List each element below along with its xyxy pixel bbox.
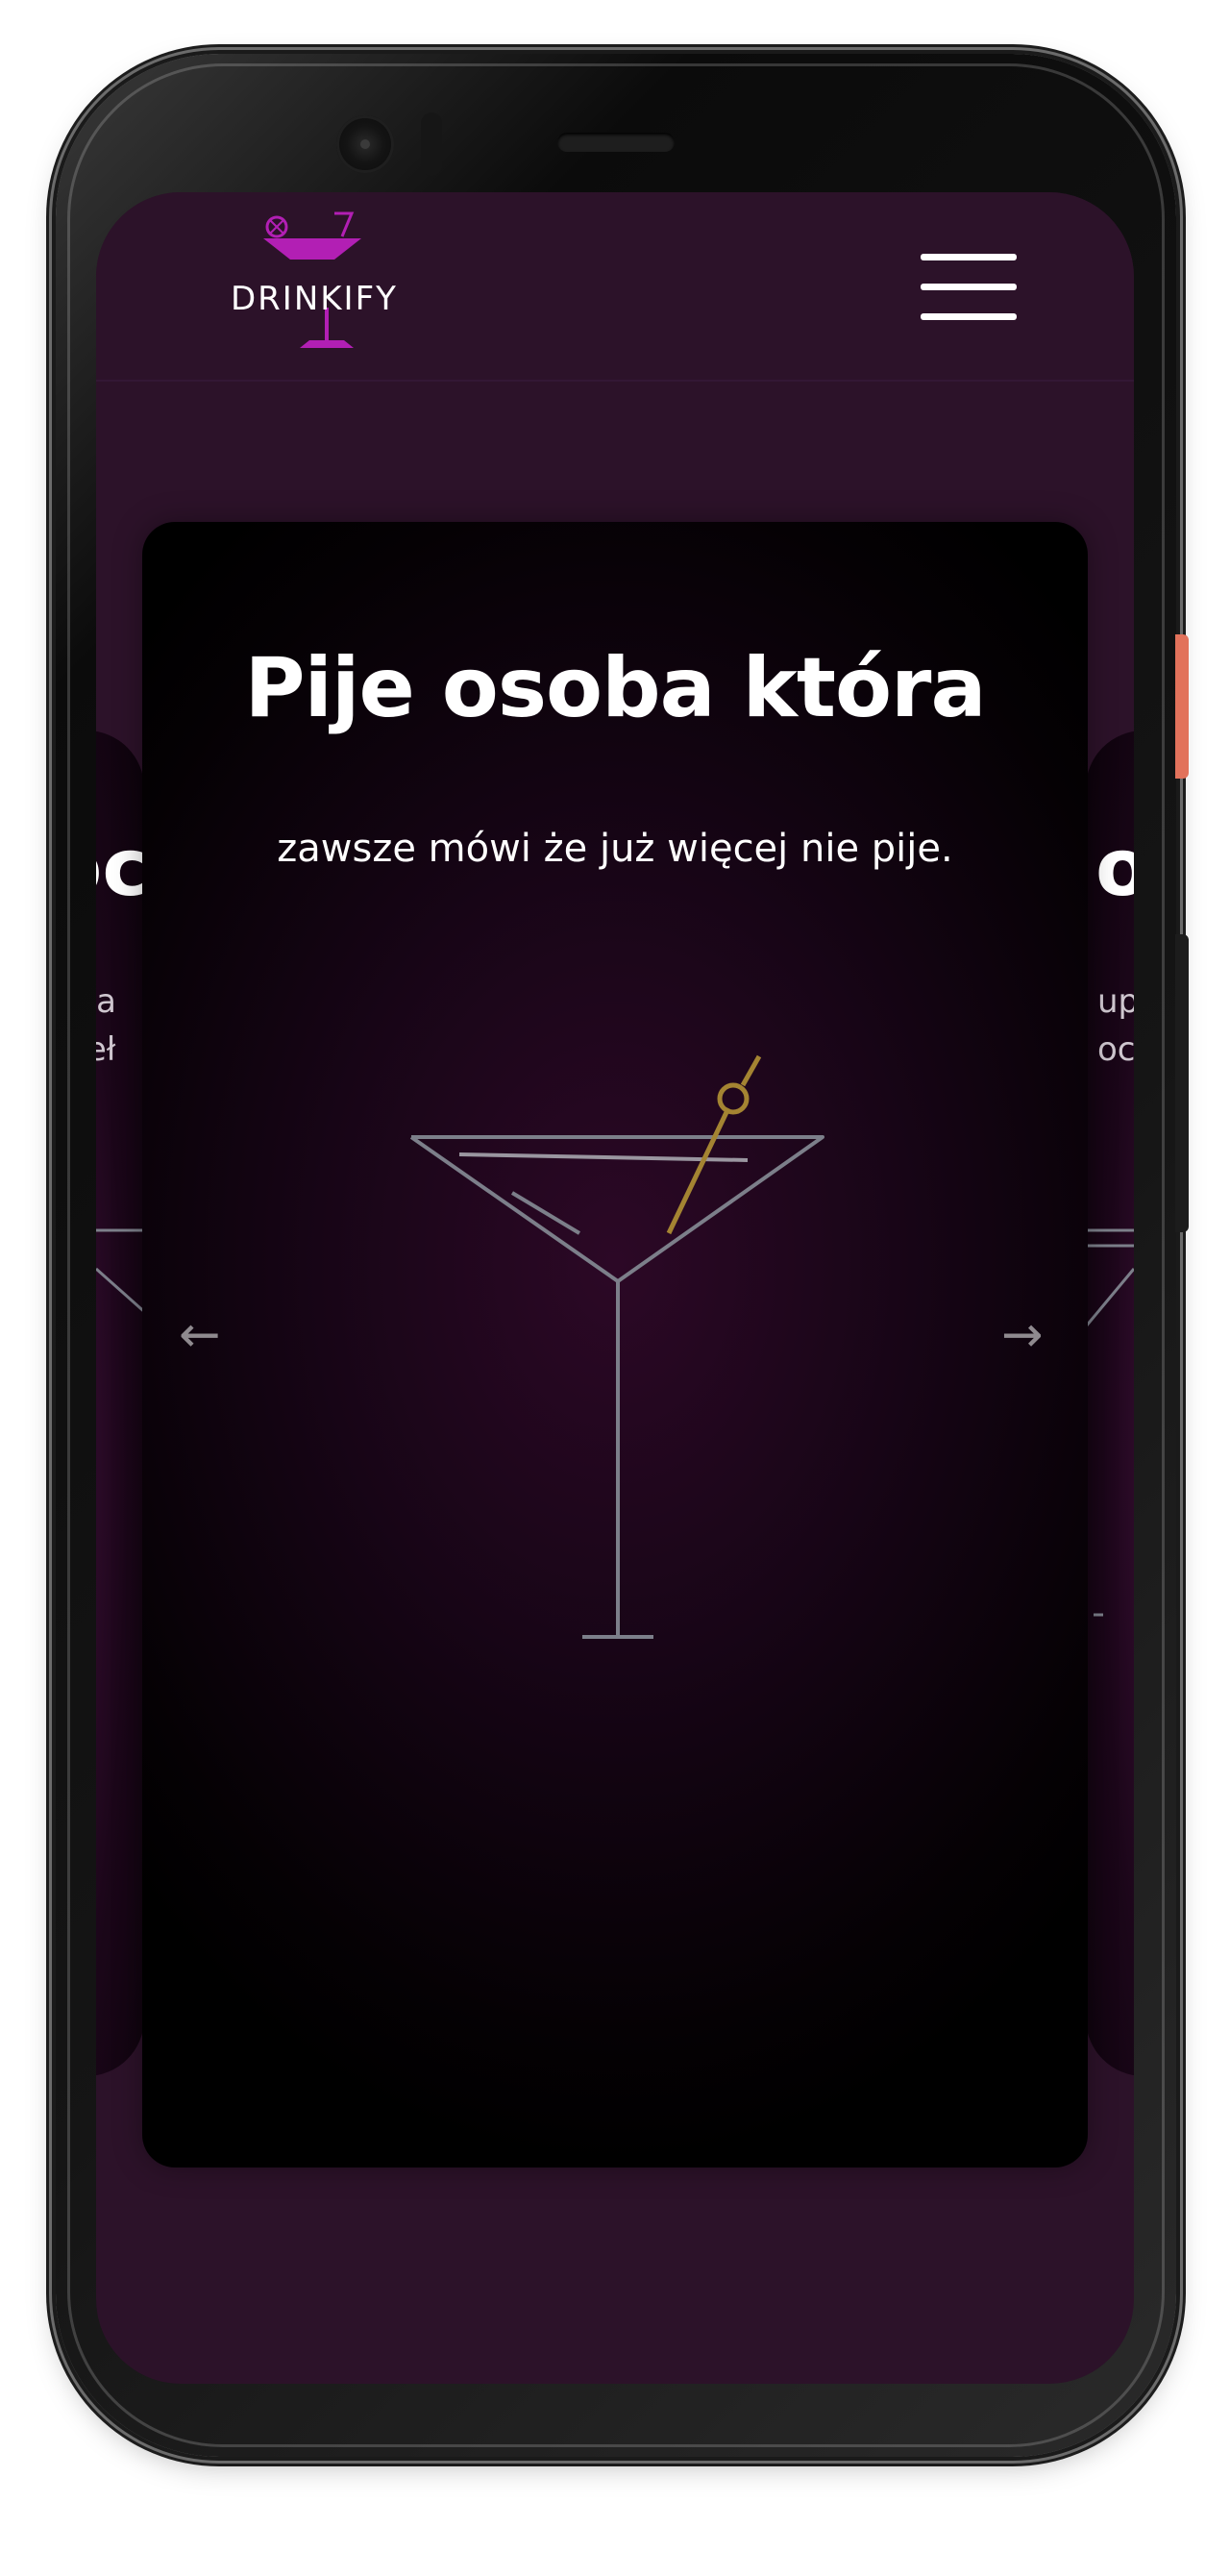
slide-text: och [1097,1030,1134,1069]
logo-text: DRINKIFY [231,280,398,318]
hamburger-line [921,254,1017,260]
slide-title: oc [96,823,144,914]
slide-text: upr [1097,982,1134,1021]
hamburger-line [921,313,1017,320]
carousel-slide-next: ob upr och [1086,731,1134,2076]
navbar: DRINKIFY [96,192,1134,382]
arrow-left-icon[interactable]: ← [179,1310,221,1360]
slide-text: zeł [96,1030,116,1069]
slide-text: cja [96,982,116,1021]
power-button [1175,634,1189,779]
slide-title: ob [1095,823,1134,914]
slide-title: Pije osoba która [244,640,987,736]
arrow-right-icon[interactable]: → [1001,1310,1044,1360]
hamburger-menu-button[interactable] [921,248,1017,325]
earpiece-speaker [557,133,675,152]
device-mockup: DRINKIFY oc cja zeł ob upr och [0,0,1230,2576]
logo[interactable]: DRINKIFY [231,211,398,356]
martini-glass-icon [1086,1228,1134,1617]
slide-text: zawsze mówi że już więcej nie pije. [277,827,953,871]
martini-glass-icon [96,1228,144,1314]
martini-glass-icon [409,1054,824,1639]
volume-button [1175,934,1189,1232]
carousel-slide-active: Pije osoba która zawsze mówi że już więc… [142,522,1088,2167]
proximity-sensor [421,112,442,176]
phone-screen: DRINKIFY oc cja zeł ob upr och [96,192,1134,2384]
hamburger-line [921,284,1017,290]
front-camera [336,115,394,173]
carousel-slide-previous: oc cja zeł [96,731,144,2076]
